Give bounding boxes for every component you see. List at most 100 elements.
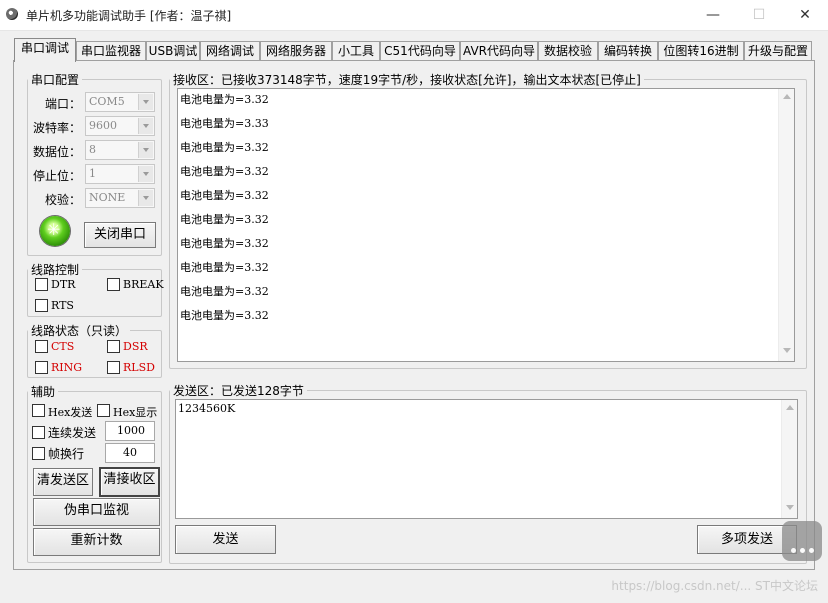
frame-newline-input[interactable]: 40 [105,443,155,463]
port-select[interactable]: COM5 [85,92,155,112]
receive-line: 电池电量为=3.32 [180,189,269,202]
receive-scrollbar[interactable] [778,89,794,361]
tab-serial-debug[interactable]: 串口调试 [14,38,76,62]
baud-select[interactable]: 9600 [85,116,155,136]
send-scrollbar[interactable] [781,400,797,518]
frame-newline-value: 40 [123,446,137,459]
baud-label: 波特率： [33,121,82,135]
tab-tools[interactable]: 小工具 [332,41,380,61]
dsr-indicator [107,340,120,353]
dsr-label: DSR [123,340,148,353]
scroll-down-icon[interactable] [786,505,794,510]
scroll-down-icon[interactable] [783,348,791,353]
minimize-button[interactable]: — [690,0,736,30]
ring-label: RING [51,361,83,374]
dot-icon [809,548,814,553]
tab-network-debug[interactable]: 网络调试 [200,41,260,61]
tab-avr-wizard[interactable]: AVR代码向导 [460,41,538,61]
hex-display-label: Hex显示 [113,406,158,419]
title-bar: 单片机多功能调试助手 [作者：温子祺] — ☐ ✕ [0,0,828,31]
line-status-legend: 线路状态（只读） [31,324,128,338]
port-value: COM5 [89,95,125,108]
stopbits-select[interactable]: 1 [85,164,155,184]
tab-encoding[interactable]: 编码转换 [598,41,658,61]
tab-c51-wizard[interactable]: C51代码向导 [380,41,460,61]
tab-usb-debug[interactable]: USB调试 [146,41,200,61]
rlsd-label: RLSD [123,361,155,374]
close-button[interactable]: ✕ [782,0,828,30]
receive-line: 电池电量为=3.32 [180,285,269,298]
watermark: https://blog.csdn.net/... ST中文论坛 [611,579,818,593]
dot-icon [800,548,805,553]
hex-display-checkbox[interactable] [97,404,110,417]
receive-line: 电池电量为=3.32 [180,165,269,178]
send-content: 1234560K [178,402,236,415]
continuous-send-checkbox[interactable] [32,426,45,439]
receive-line: 电池电量为=3.32 [180,309,269,322]
chat-bubble-icon [782,521,822,561]
cts-label: CTS [51,340,75,353]
chevron-down-icon [138,118,153,134]
clear-recv-button[interactable]: 清接收区 [99,467,160,497]
parity-select[interactable]: NONE [85,188,155,208]
receive-line: 电池电量为=3.32 [180,141,269,154]
rts-checkbox[interactable] [35,299,48,312]
baud-value: 9600 [89,119,117,132]
receive-line: 电池电量为=3.32 [180,237,269,250]
databits-label: 数据位： [33,145,82,159]
scroll-up-icon[interactable] [783,94,791,99]
hex-send-label: Hex发送 [48,406,93,419]
receive-line: 电池电量为=3.32 [180,261,269,274]
stopbits-label: 停止位： [33,169,82,183]
tab-bitmap-hex[interactable]: 位图转16进制 [658,41,744,61]
send-textarea[interactable]: 1234560K [175,399,798,519]
parity-value: NONE [89,191,126,204]
serial-config-legend: 串口配置 [31,73,80,87]
rts-label: RTS [51,299,74,312]
aux-legend: 辅助 [31,385,56,399]
clear-send-button[interactable]: 清发送区 [33,468,93,496]
databits-value: 8 [89,143,96,156]
continuous-send-label: 连续发送 [48,426,97,440]
break-checkbox[interactable] [107,278,120,291]
chevron-down-icon [138,190,153,206]
receive-line: 电池电量为=3.32 [180,93,269,106]
frame-newline-label: 帧换行 [48,447,85,461]
receive-line: 电池电量为=3.32 [180,213,269,226]
continuous-interval-value: 1000 [117,424,145,437]
maximize-button: ☐ [752,7,766,23]
chevron-down-icon [138,142,153,158]
receive-legend: 接收区：已接收373148字节，速度19字节/秒，接收状态[允许]，输出文本状态… [173,73,641,87]
window-title: 单片机多功能调试助手 [作者：温子祺] [26,9,232,23]
close-port-button[interactable]: 关闭串口 [84,222,156,248]
hex-send-checkbox[interactable] [32,404,45,417]
rlsd-indicator [107,361,120,374]
app-icon [6,8,18,20]
recount-button[interactable]: 重新计数 [33,528,160,556]
tab-network-server[interactable]: 网络服务器 [260,41,332,61]
chevron-down-icon [138,94,153,110]
pseudo-port-monitor-button[interactable]: 伪串口监视 [33,498,160,526]
chevron-down-icon [138,166,153,182]
break-label: BREAK [123,278,164,291]
continuous-interval-input[interactable]: 1000 [105,421,155,441]
scroll-up-icon[interactable] [786,405,794,410]
tab-data-check[interactable]: 数据校验 [538,41,598,61]
databits-select[interactable]: 8 [85,140,155,160]
cts-indicator [35,340,48,353]
line-control-legend: 线路控制 [31,263,80,277]
port-open-green-icon [40,216,70,246]
send-button[interactable]: 发送 [175,525,276,554]
parity-label: 校验： [45,193,82,207]
stopbits-value: 1 [89,167,96,180]
receive-textarea[interactable]: 电池电量为=3.32 电池电量为=3.33 电池电量为=3.32 电池电量为=3… [177,88,795,362]
receive-line: 电池电量为=3.33 [180,117,269,130]
port-label: 端口： [45,97,82,111]
dot-icon [791,548,796,553]
send-legend: 发送区：已发送128字节 [173,384,304,398]
dtr-checkbox[interactable] [35,278,48,291]
tab-upgrade-config[interactable]: 升级与配置 [744,41,812,61]
tab-serial-monitor[interactable]: 串口监视器 [76,41,146,61]
ring-indicator [35,361,48,374]
frame-newline-checkbox[interactable] [32,447,45,460]
